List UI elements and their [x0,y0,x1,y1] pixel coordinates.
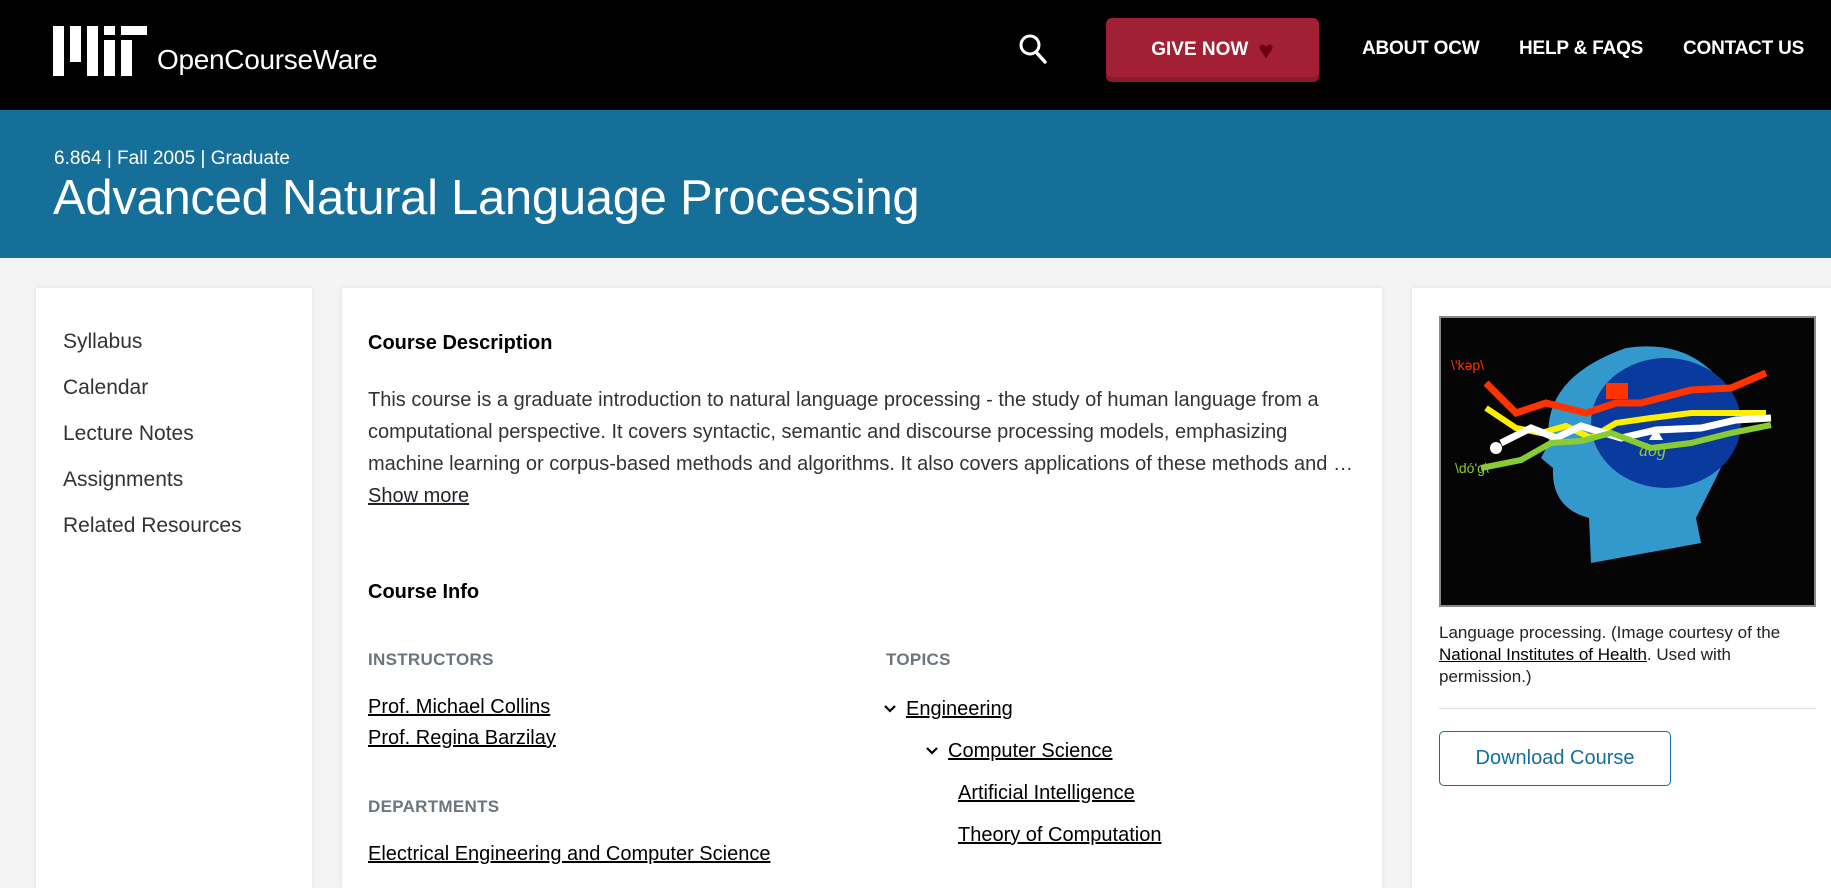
topics-label: TOPICS [886,650,951,669]
course-image: \'kəp\ \dó'g\ dog [1439,316,1816,607]
instructor-link[interactable]: Prof. Michael Collins [368,696,550,719]
heart-icon: ♥ [1258,35,1274,65]
course-meta: 6.864 | Fall 2005 | Graduate [54,148,290,169]
course-sidebar: Syllabus Calendar Lecture Notes Assignme… [36,288,312,888]
divider [1439,708,1816,709]
give-now-label: GIVE NOW [1151,39,1249,60]
topic-computer-science[interactable]: Computer Science [948,740,1113,763]
give-now-button[interactable]: GIVE NOW ♥ [1106,18,1319,82]
department-link[interactable]: Electrical Engineering and Computer Scie… [368,843,770,866]
nav-contact-us[interactable]: CONTACT US [1683,38,1804,60]
download-course-button[interactable]: Download Course [1439,731,1671,786]
course-description: This course is a graduate introduction t… [368,384,1368,512]
nih-link[interactable]: National Institutes of Health [1439,645,1647,664]
departments-label: DEPARTMENTS [368,797,500,816]
image-caption: Language processing. (Image courtesy of … [1439,622,1819,688]
course-description-heading: Course Description [368,332,553,354]
image-label: \'kəp\ [1451,357,1484,373]
course-title: Advanced Natural Language Processing [53,171,920,225]
course-description-text: This course is a graduate introduction t… [368,389,1353,475]
nav-about-ocw[interactable]: ABOUT OCW [1362,38,1480,60]
chevron-down-icon[interactable] [884,703,896,715]
image-label: dog [1639,440,1666,460]
nav-help-faqs[interactable]: HELP & FAQS [1519,38,1643,60]
show-more-link[interactable]: Show more [368,485,469,507]
sidebar-item-related-resources[interactable]: Related Resources [63,514,242,538]
logo-text: OpenCourseWare [157,44,378,75]
top-navigation-bar: OpenCourseWare GIVE NOW ♥ ABOUT OCW HELP… [0,0,1831,110]
search-icon [1019,34,1047,64]
sidebar-item-syllabus[interactable]: Syllabus [63,330,142,354]
sidebar-item-assignments[interactable]: Assignments [63,468,183,492]
course-image-panel: \'kəp\ \dó'g\ dog Language processing. (… [1412,288,1831,888]
topic-engineering[interactable]: Engineering [906,698,1013,721]
mit-logo-icon [53,26,147,76]
chevron-down-icon[interactable] [926,745,938,757]
course-info-heading: Course Info [368,581,480,603]
course-banner: 6.864 | Fall 2005 | Graduate Advanced Na… [0,110,1831,258]
image-label: \dó'g\ [1455,460,1489,476]
instructor-link[interactable]: Prof. Regina Barzilay [368,727,556,750]
language-processing-illustration: \'kəp\ \dó'g\ dog [1451,346,1772,563]
search-button[interactable] [1018,33,1048,65]
ocw-logo[interactable]: OpenCourseWare [53,26,378,76]
instructors-label: INSTRUCTORS [368,650,494,669]
course-main-content: Course Description This course is a grad… [342,288,1382,888]
topic-artificial-intelligence[interactable]: Artificial Intelligence [958,782,1135,805]
caption-text: Language processing. (Image courtesy of … [1439,623,1781,642]
sidebar-item-calendar[interactable]: Calendar [63,376,148,400]
topic-theory-of-computation[interactable]: Theory of Computation [958,824,1161,847]
sidebar-item-lecture-notes[interactable]: Lecture Notes [63,422,194,446]
